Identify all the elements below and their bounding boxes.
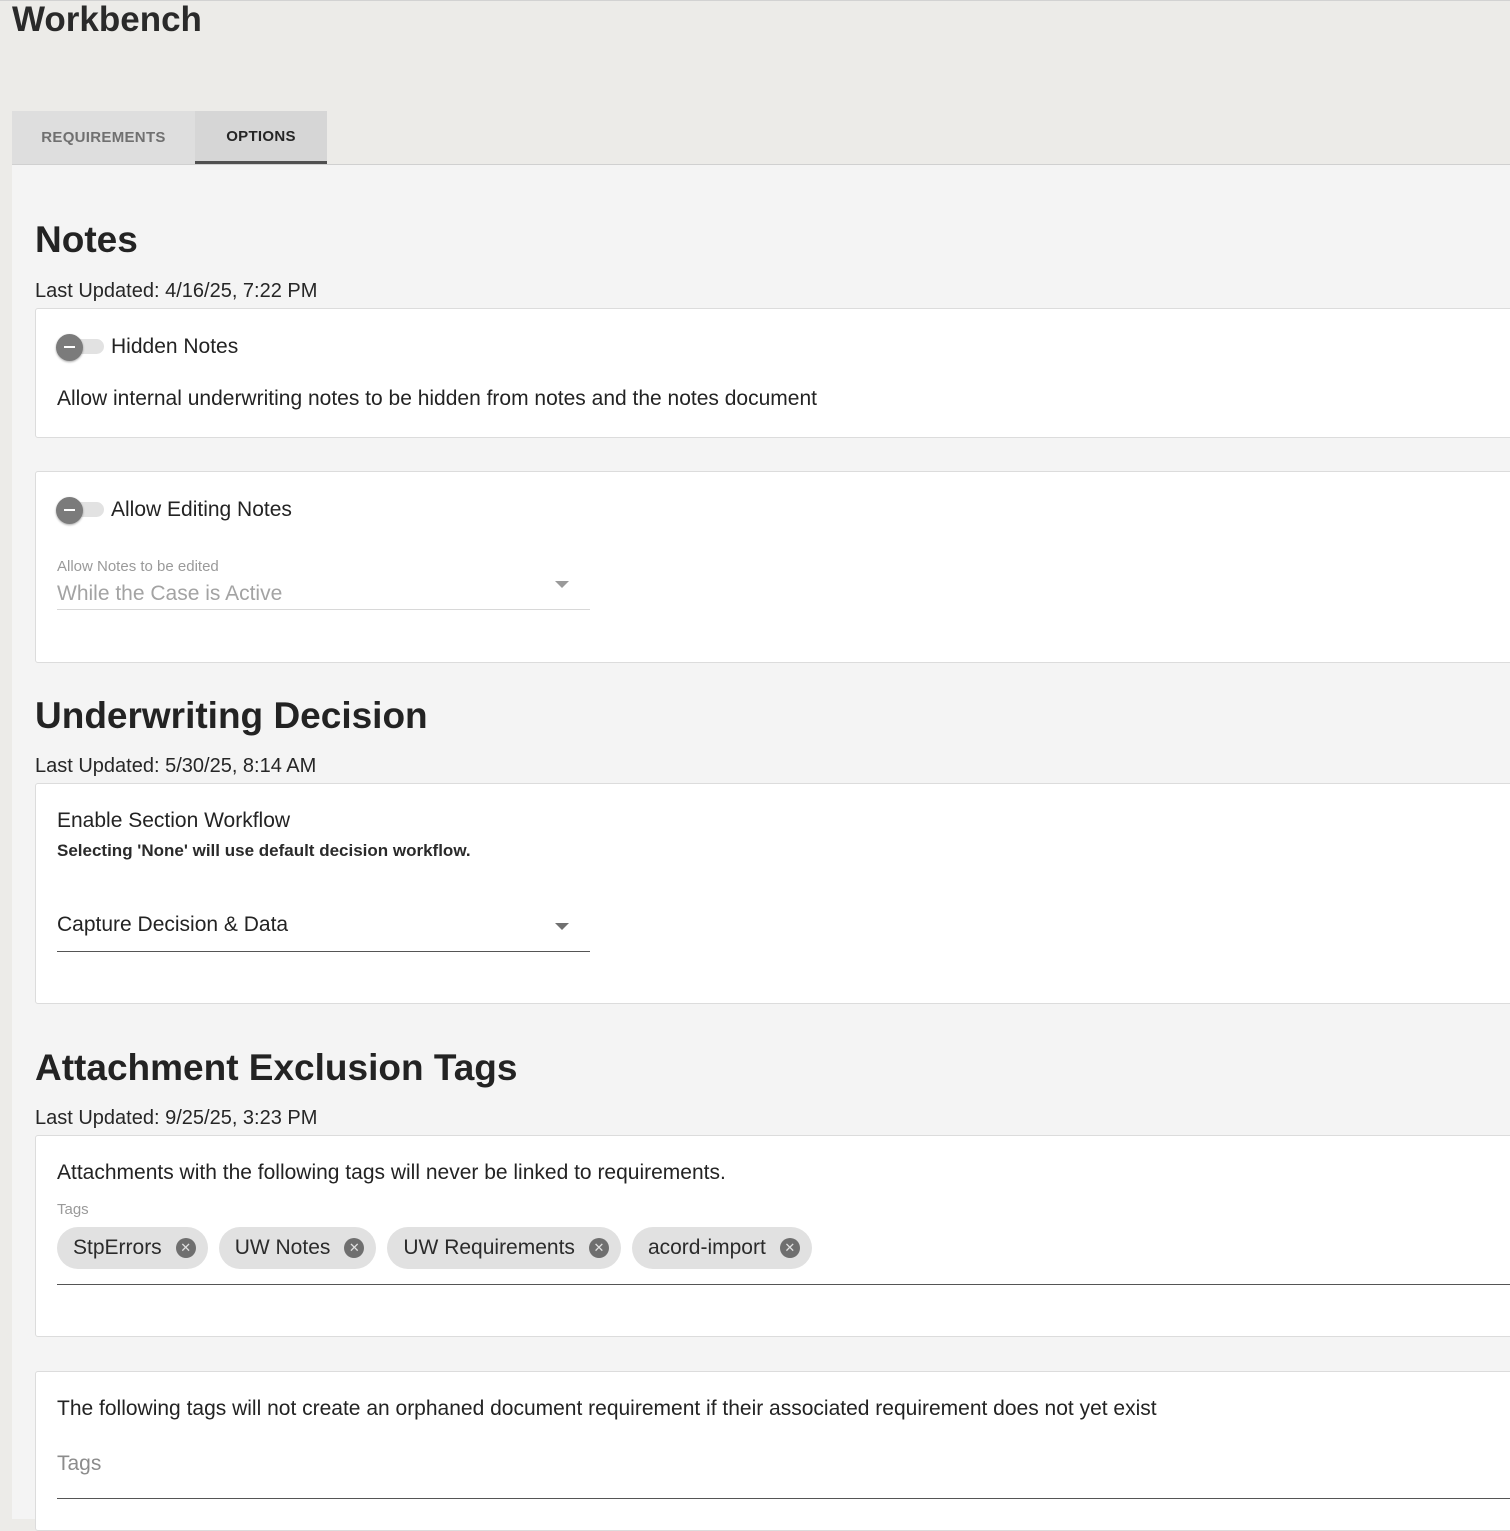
orphan-tags-card: The following tags will not create an or… [35, 1371, 1510, 1531]
remove-tag-icon[interactable]: ✕ [779, 1238, 800, 1258]
select-underline [57, 951, 590, 952]
allow-editing-label: Allow Editing Notes [111, 498, 292, 521]
allow-editing-toggle[interactable] [56, 495, 106, 525]
tag-chip-label: UW Notes [234, 1236, 331, 1259]
underwriting-title: Underwriting Decision [35, 695, 428, 736]
workflow-label: Enable Section Workflow [57, 809, 291, 832]
hidden-notes-description: Allow internal underwriting notes to be … [57, 387, 817, 410]
remove-tag-icon[interactable]: ✕ [175, 1238, 196, 1258]
attachment-tags-title: Attachment Exclusion Tags [35, 1047, 518, 1088]
exclusion-tags-description: Attachments with the following tags will… [57, 1161, 726, 1184]
tab-bar: REQUIREMENTS OPTIONS [12, 111, 327, 164]
tag-chip-label: StpErrors [73, 1236, 162, 1259]
remove-tag-icon[interactable]: ✕ [344, 1238, 365, 1258]
toggle-off-icon [56, 334, 83, 361]
tab-requirements[interactable]: REQUIREMENTS [12, 111, 195, 164]
orphan-tags-description: The following tags will not create an or… [57, 1397, 1157, 1420]
chevron-down-icon [555, 923, 569, 930]
tag-chip: acord-import ✕ [631, 1227, 812, 1269]
notes-last-updated: Last Updated: 4/16/25, 7:22 PM [35, 280, 318, 302]
toggle-off-icon [56, 497, 83, 524]
allow-editing-card: Allow Editing Notes Allow Notes to be ed… [35, 471, 1510, 663]
tag-chip: StpErrors ✕ [57, 1227, 208, 1269]
exclusion-tags-card: Attachments with the following tags will… [35, 1135, 1510, 1337]
attachment-tags-last-updated: Last Updated: 9/25/25, 3:23 PM [35, 1107, 318, 1129]
underwriting-last-updated: Last Updated: 5/30/25, 8:14 AM [35, 755, 317, 777]
tag-chip-label: acord-import [647, 1236, 766, 1259]
top-border [0, 0, 1510, 1]
edit-notes-select[interactable]: While the Case is Active [57, 581, 282, 607]
orphan-tags-input[interactable]: Tags [57, 1451, 101, 1477]
app-title: Workbench [12, 0, 202, 39]
options-panel: Notes Last Updated: 4/16/25, 7:22 PM Hid… [12, 164, 1510, 1531]
hidden-notes-label: Hidden Notes [111, 335, 239, 358]
select-underline [57, 609, 590, 610]
tags-input-underline[interactable] [57, 1284, 1510, 1285]
workflow-select[interactable]: Capture Decision & Data [57, 912, 288, 938]
tab-options[interactable]: OPTIONS [195, 111, 327, 164]
tag-chip: UW Requirements ✕ [387, 1227, 621, 1269]
remove-tag-icon[interactable]: ✕ [588, 1238, 609, 1258]
workflow-hint: Selecting 'None' will use default decisi… [57, 841, 471, 860]
tags-field-label: Tags [57, 1201, 89, 1218]
tag-chip-list: StpErrors ✕ UW Notes ✕ UW Requirements ✕… [57, 1227, 823, 1269]
hidden-notes-toggle[interactable] [56, 332, 106, 362]
orphan-tags-underline [57, 1498, 1510, 1499]
edit-notes-select-label: Allow Notes to be edited [57, 558, 219, 575]
tag-chip-label: UW Requirements [403, 1236, 575, 1259]
notes-title: Notes [35, 219, 138, 260]
hidden-notes-card: Hidden Notes Allow internal underwriting… [35, 308, 1510, 438]
chevron-down-icon [555, 581, 569, 588]
section-workflow-card: Enable Section Workflow Selecting 'None'… [35, 783, 1510, 1004]
tag-chip: UW Notes ✕ [218, 1227, 377, 1269]
